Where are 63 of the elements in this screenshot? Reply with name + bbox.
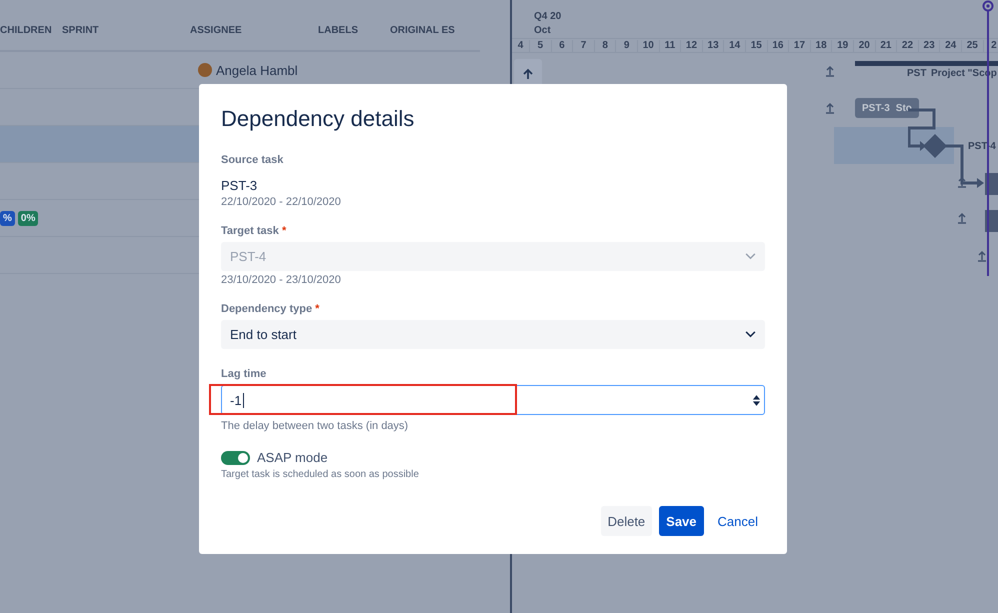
- day-label: 2: [984, 40, 998, 53]
- dialog-button[interactable]: Cancel: [710, 506, 765, 536]
- day-label: 11: [660, 40, 682, 53]
- day-label: 4: [512, 40, 530, 53]
- day-label: 16: [768, 40, 790, 53]
- day-label: 15: [746, 40, 768, 53]
- lag-time-input[interactable]: -1: [221, 385, 765, 415]
- day-label: 13: [702, 40, 724, 53]
- toggle-label: ASAP mode: [257, 450, 328, 465]
- dialog-button[interactable]: Delete: [600, 506, 652, 536]
- arrow-up-icon: [522, 68, 534, 80]
- arrow-up-icon[interactable]: [976, 250, 988, 262]
- dependency-type-select[interactable]: End to start: [221, 320, 765, 349]
- day-label: 17: [789, 40, 811, 53]
- arrow-up-icon[interactable]: [956, 212, 968, 224]
- day-label: 19: [832, 40, 854, 53]
- progress-badge: %: [0, 210, 15, 226]
- field-label: Lag time: [221, 368, 268, 380]
- chevron-down-icon: [745, 253, 756, 260]
- month-label: Oct: [534, 25, 551, 36]
- column-header[interactable]: CHILDREN: [0, 24, 62, 36]
- day-label: 24: [940, 40, 962, 53]
- help-text: The delay between two tasks (in days): [221, 420, 410, 432]
- spinner-icon[interactable]: [752, 394, 761, 406]
- progress-badge: 0%: [18, 210, 38, 226]
- chevron-down-icon: [745, 331, 756, 338]
- field-label: Target task: [221, 225, 279, 237]
- dialog-button[interactable]: Save: [659, 506, 704, 536]
- summary-key: PST: [907, 68, 926, 79]
- day-label: 8: [594, 40, 616, 53]
- column-header[interactable]: LABELS: [318, 24, 390, 36]
- day-label: 7: [573, 40, 595, 53]
- day-label: 5: [530, 40, 552, 53]
- field-label: Source task: [221, 154, 284, 166]
- assignee-name: Angela Hambl: [216, 62, 298, 78]
- date-range: 22/10/2020 - 22/10/2020: [221, 196, 342, 208]
- required-mark: *: [282, 225, 286, 237]
- day-label: 12: [681, 40, 703, 53]
- day-label: 20: [854, 40, 876, 53]
- column-header[interactable]: SPRINT: [62, 24, 190, 36]
- arrow-up-icon[interactable]: [824, 102, 836, 114]
- day-label: 9: [616, 40, 638, 53]
- dialog-title: Dependency details: [221, 106, 416, 132]
- field-label: Dependency type: [221, 303, 312, 315]
- column-header[interactable]: ORIGINAL ES: [390, 24, 490, 36]
- help-text: Target task is scheduled as soon as possible: [221, 469, 420, 480]
- column-header[interactable]: ASSIGNEE: [190, 24, 318, 36]
- day-label: 10: [638, 40, 660, 53]
- source-task-key: PST-3: [221, 178, 765, 193]
- avatar-icon: [198, 63, 212, 77]
- day-label: 6: [552, 40, 574, 53]
- day-label: 23: [918, 40, 940, 53]
- day-label: 22: [897, 40, 919, 53]
- date-range: 23/10/2020 - 23/10/2020: [221, 274, 342, 286]
- arrow-up-icon[interactable]: [956, 176, 968, 188]
- day-label: 14: [724, 40, 746, 53]
- day-label: 21: [876, 40, 898, 53]
- arrow-up-icon[interactable]: [824, 65, 836, 77]
- asap-toggle[interactable]: [221, 450, 250, 464]
- required-mark: *: [315, 303, 320, 315]
- day-label: 18: [810, 40, 832, 53]
- quarter-label: Q4 20: [534, 11, 562, 22]
- day-label: 25: [962, 40, 984, 53]
